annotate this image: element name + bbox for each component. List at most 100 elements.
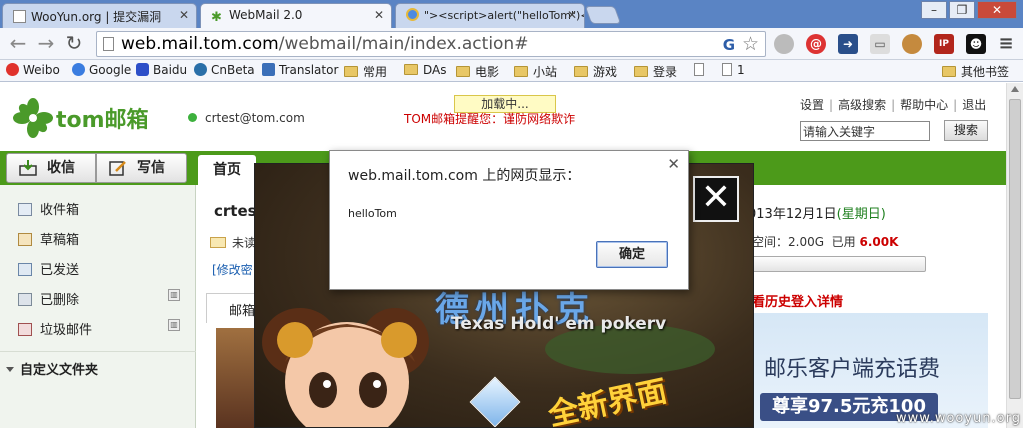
bookmark-cnbeta[interactable]: CnBeta xyxy=(194,63,255,77)
sidebar-item-sent[interactable]: 已发送 xyxy=(18,259,79,278)
fraud-warning[interactable]: TOM邮箱提醒您：谨防网络欺诈 xyxy=(404,110,575,127)
page-icon xyxy=(694,63,704,76)
drafts-icon xyxy=(18,233,32,246)
sidebar-item-inbox[interactable]: 收件箱 xyxy=(18,199,79,218)
top-links: 设置 | 高级搜索 | 帮助中心 | 退出 xyxy=(800,98,987,112)
bookmark-folder-common[interactable]: 常用 xyxy=(344,63,387,80)
minimize-icon[interactable]: – xyxy=(921,1,947,19)
mail-search-input[interactable] xyxy=(800,121,930,141)
write-mail-button[interactable]: 写信 xyxy=(96,153,187,183)
maximize-icon[interactable]: ❐ xyxy=(949,1,975,19)
extension-cookie-icon[interactable] xyxy=(902,34,922,54)
bookmark-blank[interactable] xyxy=(694,63,709,77)
used-value: 6.00K xyxy=(859,235,899,249)
storage-progress-bar xyxy=(752,256,926,272)
sidebar-item-label: 垃圾邮件 xyxy=(40,323,93,338)
extension-ip-icon[interactable]: IP xyxy=(934,34,954,54)
extension-arrow-icon[interactable]: ➜ xyxy=(838,34,858,54)
webmail-page: tom邮箱 crtest@tom.com 加载中... TOM邮箱提醒您：谨防网… xyxy=(0,83,1023,428)
online-status-icon xyxy=(188,113,197,122)
bookmark-other[interactable]: 其他书签 xyxy=(942,63,1009,80)
spam-icon xyxy=(18,323,32,336)
dialog-message: helloTom xyxy=(348,207,397,220)
dialog-close-icon[interactable]: ✕ xyxy=(667,155,680,173)
extension-mail-icon[interactable]: @ xyxy=(806,34,826,54)
quota-label: 空间：2.00G xyxy=(752,235,825,249)
page-icon xyxy=(13,10,26,23)
google-icon xyxy=(72,63,85,76)
forward-icon[interactable]: → xyxy=(34,32,58,56)
used-label: 已用 xyxy=(831,235,856,249)
tab-wooyun[interactable]: WooYun.org | 提交漏洞 ✕ xyxy=(2,3,197,28)
weibo-icon xyxy=(6,63,19,76)
ad-slogan: 全新界面 xyxy=(545,373,671,428)
bookmark-folder-movies[interactable]: 电影 xyxy=(456,63,499,80)
change-password-link[interactable]: [修改密 xyxy=(212,261,253,278)
close-tab-icon[interactable]: ✕ xyxy=(374,8,384,22)
bookmark-folder-games[interactable]: 游戏 xyxy=(574,63,617,80)
empty-trash-icon[interactable]: ▥ xyxy=(168,289,180,301)
sidebar-item-spam[interactable]: 垃圾邮件 ▥ xyxy=(18,319,180,338)
custom-folders-label: 自定义文件夹 xyxy=(20,363,99,378)
ad-subtitle: Texas Hold' em pokerv xyxy=(451,314,667,334)
extension-mask-icon[interactable]: ☻ xyxy=(966,34,986,54)
bookmarks-bar: Weibo Google Baidu CnBeta Translator 常用 … xyxy=(0,60,1023,82)
address-bar[interactable]: web.mail.tom.com/webmail/main/index.acti… xyxy=(96,31,766,57)
sidebar-divider xyxy=(0,351,196,352)
unread-label: 未读 xyxy=(232,236,257,250)
bookmark-folder-login[interactable]: 登录 xyxy=(634,63,677,80)
chrome-icon xyxy=(406,8,419,21)
tab-home[interactable]: 首页 xyxy=(198,155,256,185)
unread-mail[interactable]: 未读 xyxy=(210,234,256,251)
bookmark-folder-sites[interactable]: 小站 xyxy=(514,63,557,80)
close-window-icon[interactable]: ✕ xyxy=(977,1,1017,19)
extension-printer-icon[interactable]: ▭ xyxy=(870,34,890,54)
scrollbar-thumb[interactable] xyxy=(1009,99,1021,399)
envelope-icon xyxy=(210,237,226,248)
menu-wrench-icon[interactable]: ≡ xyxy=(996,34,1016,54)
bookmark-translator[interactable]: Translator xyxy=(262,63,338,77)
dialog-ok-button[interactable]: 确定 xyxy=(596,241,668,268)
bookmark-folder-das[interactable]: DAs xyxy=(404,63,447,77)
settings-link[interactable]: 设置 xyxy=(800,98,824,112)
tab-xss[interactable]: "><script>alert("helloTom")< ✕ xyxy=(395,3,585,28)
help-center-link[interactable]: 帮助中心 xyxy=(900,98,948,112)
window-controls: – ❐ ✕ xyxy=(919,1,1017,19)
browser-tab-strip: WooYun.org | 提交漏洞 ✕ ✱ WebMail 2.0 ✕ "><sc… xyxy=(0,0,1023,28)
search-button[interactable]: 搜索 xyxy=(944,120,988,141)
tab-title: "><script>alert("helloTom")< xyxy=(424,9,585,22)
login-history-link[interactable]: 看历史登入详情 xyxy=(752,291,843,310)
sidebar-item-label: 草稿箱 xyxy=(40,233,80,248)
reload-icon[interactable]: ↻ xyxy=(62,32,86,56)
sidebar-item-deleted[interactable]: 已删除 ▥ xyxy=(18,289,180,308)
scroll-up-icon[interactable] xyxy=(1011,86,1019,92)
tom-mail-logo[interactable]: tom邮箱 xyxy=(12,97,149,139)
new-tab-button[interactable] xyxy=(584,6,622,24)
inbox-icon xyxy=(18,203,32,216)
close-ad-button[interactable]: ✕ xyxy=(693,176,739,222)
bookmark-1[interactable]: 1 xyxy=(722,63,745,77)
tab-webmail[interactable]: ✱ WebMail 2.0 ✕ xyxy=(200,3,392,28)
receive-mail-button[interactable]: 收信 xyxy=(6,153,96,183)
advanced-search-link[interactable]: 高级搜索 xyxy=(838,98,886,112)
close-tab-icon[interactable]: ✕ xyxy=(179,8,189,22)
close-tab-icon[interactable]: ✕ xyxy=(567,8,577,22)
bookmark-weibo[interactable]: Weibo xyxy=(6,63,60,77)
bookmark-star-icon[interactable]: ☆ xyxy=(742,33,759,55)
javascript-alert-dialog: web.mail.tom.com 上的网页显示： ✕ helloTom 确定 xyxy=(329,150,689,290)
baidu-icon xyxy=(136,63,149,76)
extension-globe-icon[interactable] xyxy=(774,34,794,54)
diamond-image xyxy=(469,376,521,427)
url-text: web.mail.tom.com/webmail/main/index.acti… xyxy=(121,34,529,54)
bookmark-baidu[interactable]: Baidu xyxy=(136,63,187,77)
folder-icon xyxy=(574,66,588,77)
empty-spam-icon[interactable]: ▥ xyxy=(168,319,180,331)
bookmark-google[interactable]: Google xyxy=(72,63,131,77)
google-translate-icon[interactable]: G xyxy=(723,36,735,54)
write-icon xyxy=(109,161,126,176)
custom-folders-header[interactable]: 自定义文件夹 xyxy=(6,359,98,378)
sidebar-item-drafts[interactable]: 草稿箱 xyxy=(18,229,79,248)
logout-link[interactable]: 退出 xyxy=(962,98,986,112)
page-scrollbar[interactable] xyxy=(1006,83,1023,428)
back-icon[interactable]: ← xyxy=(6,32,30,56)
